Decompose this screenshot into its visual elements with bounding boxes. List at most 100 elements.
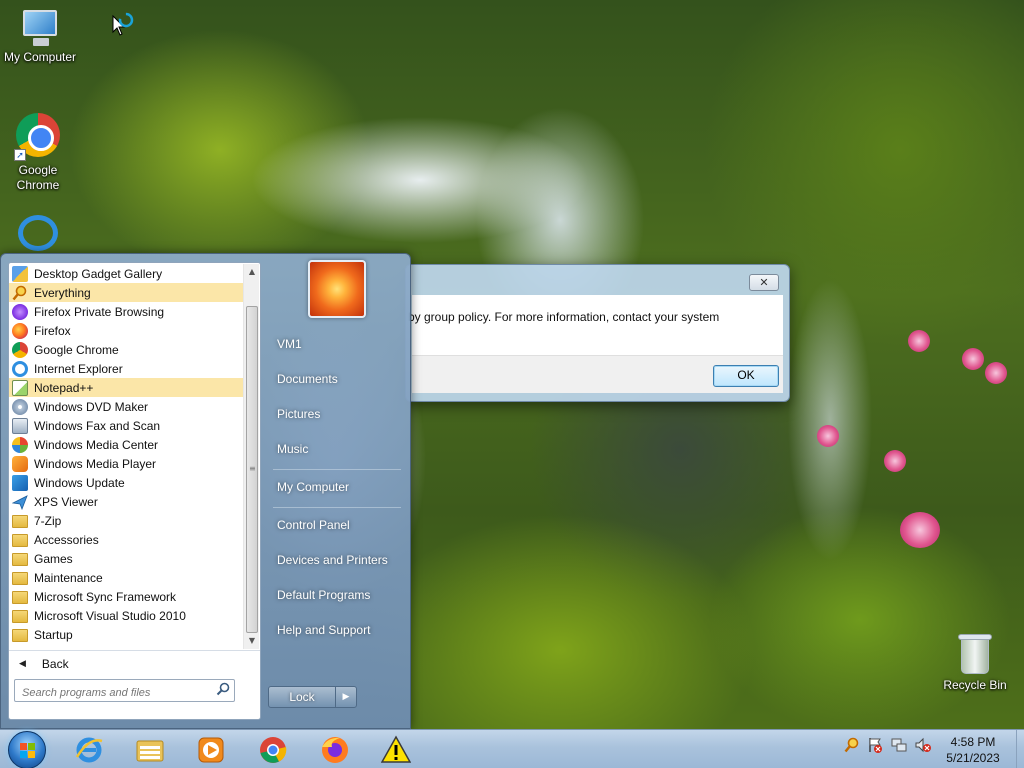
program-label: Windows Media Player — [34, 456, 157, 471]
taskbar-internet-explorer[interactable] — [62, 732, 114, 768]
program-label: Startup — [34, 627, 73, 642]
wallpaper-flower — [900, 512, 940, 548]
windows-update-icon — [12, 474, 28, 491]
folder-icon — [12, 515, 28, 528]
windows-logo-icon — [20, 743, 35, 758]
grip-icon: ≡ — [249, 464, 256, 473]
scroll-down-arrow-icon[interactable]: ▼ — [244, 633, 260, 649]
program-item-desktop-gadget-gallery[interactable]: Desktop Gadget Gallery — [9, 264, 244, 283]
scroll-up-arrow-icon[interactable]: ▲ — [244, 264, 260, 280]
program-label: Windows Media Center — [34, 437, 159, 452]
program-label: Everything — [34, 285, 91, 300]
program-folder-microsoft-sync-framework[interactable]: Microsoft Sync Framework — [9, 587, 244, 606]
separator — [273, 507, 401, 508]
internet-explorer-icon — [18, 215, 58, 251]
gadget-icon — [12, 265, 28, 282]
folder-icon — [12, 572, 28, 585]
desktop-icon-label: My Computer — [3, 50, 77, 64]
desktop-icon-recycle-bin[interactable]: Recycle Bin — [935, 632, 1015, 693]
programs-scrollbar[interactable]: ▲ ≡ ▼ — [243, 264, 259, 649]
tray-volume-muted-icon[interactable] — [915, 737, 931, 753]
firefox-private-icon — [12, 303, 28, 320]
program-label: Internet Explorer — [34, 361, 123, 376]
program-folder-microsoft-visual-studio-2010[interactable]: Microsoft Visual Studio 2010 — [9, 606, 244, 625]
user-account-picture[interactable] — [308, 260, 366, 318]
taskbar-media-player[interactable] — [184, 732, 236, 768]
program-item-firefox[interactable]: Firefox — [9, 321, 244, 340]
program-label: Notepad++ — [34, 380, 94, 395]
shutdown-options-arrow-icon[interactable]: ▶ — [335, 686, 357, 708]
program-folder-accessories[interactable]: Accessories — [9, 530, 244, 549]
taskbar: 4:58 PM 5/21/2023 — [0, 729, 1024, 768]
program-item-everything[interactable]: Everything — [9, 283, 244, 302]
wallpaper-flower — [908, 330, 930, 352]
wallpaper-flower — [962, 348, 984, 370]
dialog-body: by group policy. For more information, c… — [408, 295, 783, 355]
show-desktop-button[interactable] — [1016, 730, 1024, 768]
program-item-notepad-plus-plus[interactable]: Notepad++ — [9, 378, 244, 397]
program-item-firefox-private-browsing[interactable]: Firefox Private Browsing — [9, 302, 244, 321]
start-right-item-devices-printers[interactable]: Devices and Printers — [267, 545, 405, 575]
program-folder-7-zip[interactable]: 7-Zip — [9, 511, 244, 530]
program-item-google-chrome[interactable]: Google Chrome — [9, 340, 244, 359]
taskbar-clock[interactable]: 4:58 PM 5/21/2023 — [930, 734, 1016, 766]
program-label: Windows Update — [34, 475, 125, 490]
desktop-icon-google-chrome[interactable]: ➚ Google Chrome — [0, 111, 78, 193]
start-right-item-help-support[interactable]: Help and Support — [267, 615, 405, 645]
taskbar-warning[interactable] — [369, 732, 421, 768]
taskbar-firefox[interactable] — [308, 732, 360, 768]
start-button[interactable] — [8, 731, 46, 768]
fax-scan-icon — [12, 417, 28, 434]
desktop-icon-internet-explorer[interactable] — [0, 215, 78, 253]
all-programs-list: Desktop Gadget Gallery Everything Firefo… — [9, 264, 244, 644]
tray-action-center-icon[interactable] — [867, 737, 883, 753]
start-search-input[interactable] — [14, 679, 235, 702]
program-item-windows-media-center[interactable]: Windows Media Center — [9, 435, 244, 454]
start-right-item-default-programs[interactable]: Default Programs — [267, 580, 405, 610]
chrome-icon — [12, 341, 28, 358]
separator — [273, 469, 401, 470]
taskbar-file-explorer[interactable] — [123, 732, 175, 768]
back-button[interactable]: ◀ Back — [9, 650, 260, 676]
start-right-item-music[interactable]: Music — [267, 434, 405, 464]
firefox-icon — [12, 322, 28, 339]
program-label: Accessories — [34, 532, 99, 547]
group-policy-dialog[interactable]: ✕ by group policy. For more information,… — [405, 264, 790, 402]
program-item-windows-fax-and-scan[interactable]: Windows Fax and Scan — [9, 416, 244, 435]
program-label: XPS Viewer — [34, 494, 98, 509]
dialog-footer: OK — [412, 355, 783, 393]
desktop-icon-label: Recycle Bin — [943, 678, 1007, 692]
start-right-item-user[interactable]: VM1 — [267, 329, 405, 359]
lock-button[interactable]: Lock — [268, 686, 336, 708]
program-item-internet-explorer[interactable]: Internet Explorer — [9, 359, 244, 378]
taskbar-chrome[interactable] — [246, 732, 298, 768]
program-label: Games — [34, 551, 73, 566]
start-right-item-my-computer[interactable]: My Computer — [267, 472, 405, 502]
shortcut-arrow-icon: ➚ — [14, 149, 26, 161]
dialog-close-button[interactable]: ✕ — [749, 274, 779, 291]
program-label: Microsoft Sync Framework — [34, 589, 177, 604]
program-folder-games[interactable]: Games — [9, 549, 244, 568]
wallpaper-flower — [985, 362, 1007, 384]
scrollbar-thumb[interactable]: ≡ — [246, 306, 258, 633]
desktop-icon-my-computer[interactable]: My Computer — [0, 8, 80, 65]
internet-explorer-icon — [75, 737, 103, 763]
program-item-windows-update[interactable]: Windows Update — [9, 473, 244, 492]
tray-everything-icon[interactable] — [844, 737, 860, 753]
start-right-item-documents[interactable]: Documents — [267, 364, 405, 394]
program-item-windows-dvd-maker[interactable]: Windows DVD Maker — [9, 397, 244, 416]
media-player-icon — [198, 737, 224, 763]
start-menu: Desktop Gadget Gallery Everything Firefo… — [0, 253, 411, 729]
tray-network-icon[interactable] — [891, 737, 907, 753]
program-folder-maintenance[interactable]: Maintenance — [9, 568, 244, 587]
start-right-item-control-panel[interactable]: Control Panel — [267, 510, 405, 540]
notepad-plus-plus-icon — [12, 379, 28, 396]
program-item-windows-media-player[interactable]: Windows Media Player — [9, 454, 244, 473]
program-folder-startup[interactable]: Startup — [9, 625, 244, 644]
program-item-xps-viewer[interactable]: XPS Viewer — [9, 492, 244, 511]
start-right-item-pictures[interactable]: Pictures — [267, 399, 405, 429]
dialog-ok-button[interactable]: OK — [713, 365, 779, 387]
search-icon[interactable] — [216, 682, 230, 696]
dvd-maker-icon — [12, 398, 28, 415]
program-label: Firefox — [34, 323, 71, 338]
